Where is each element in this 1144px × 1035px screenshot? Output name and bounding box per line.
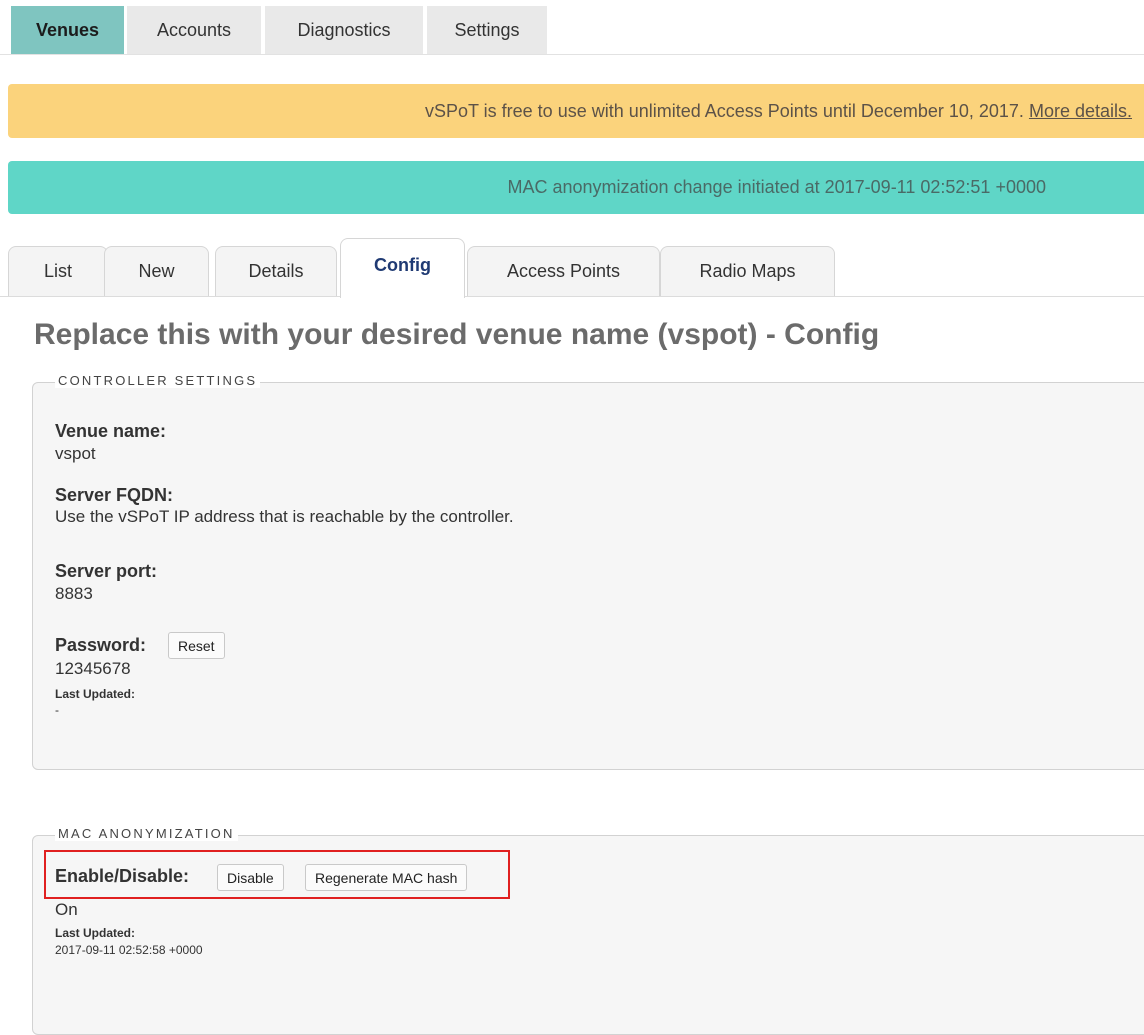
trial-banner: vSPoT is free to use with unlimited Acce…	[8, 84, 1144, 138]
tab-config[interactable]: Config	[340, 238, 465, 298]
tab-new[interactable]: New	[104, 246, 209, 296]
server-fqdn-label: Server FQDN:	[55, 485, 174, 505]
venue-name-value: vspot	[55, 444, 96, 463]
top-nav-divider	[0, 54, 1144, 55]
status-banner-text: MAC anonymization change initiated at 20…	[507, 177, 1046, 197]
mac-anonymization-state: On	[55, 900, 78, 919]
password-last-updated-label: Last Updated:	[55, 687, 136, 701]
top-tab-accounts[interactable]: Accounts	[127, 6, 261, 55]
tab-list[interactable]: List	[8, 246, 108, 296]
controller-settings-panel: CONTROLLER SETTINGS Venue name: vspot Se…	[32, 373, 1144, 770]
server-fqdn-value: Use the vSPoT IP address that is reachab…	[55, 507, 514, 526]
server-port-label: Server port:	[55, 561, 158, 581]
mac-anonymization-legend: MAC ANONYMIZATION	[55, 826, 238, 841]
top-tab-diagnostics[interactable]: Diagnostics	[265, 6, 423, 55]
tab-access-points[interactable]: Access Points	[467, 246, 660, 296]
venue-name-label: Venue name:	[55, 421, 167, 441]
subtabs-baseline	[0, 296, 1144, 297]
mac-last-updated-label: Last Updated:	[55, 926, 136, 940]
controller-settings-legend: CONTROLLER SETTINGS	[55, 373, 261, 388]
tab-details[interactable]: Details	[215, 246, 337, 296]
top-tab-settings[interactable]: Settings	[427, 6, 547, 55]
mac-last-updated-value: 2017-09-11 02:52:58 +0000	[55, 943, 203, 957]
status-banner: MAC anonymization change initiated at 20…	[8, 161, 1144, 214]
top-navigation: Venues Accounts Diagnostics Settings	[0, 0, 1144, 55]
top-tab-venues[interactable]: Venues	[11, 6, 124, 55]
tab-radio-maps[interactable]: Radio Maps	[660, 246, 835, 296]
venue-subtabs: List New Details Config Access Points Ra…	[0, 236, 1144, 298]
server-port-value: 8883	[55, 584, 93, 603]
trial-banner-text: vSPoT is free to use with unlimited Acce…	[424, 100, 1024, 121]
password-value: 12345678	[55, 659, 131, 678]
more-details-link[interactable]: More details.	[1029, 101, 1132, 121]
highlight-box	[44, 850, 510, 899]
password-label: Password:	[55, 635, 147, 655]
page-title: Replace this with your desired venue nam…	[34, 318, 880, 351]
password-last-updated-value: -	[55, 703, 59, 717]
reset-password-button[interactable]: Reset	[168, 632, 225, 659]
